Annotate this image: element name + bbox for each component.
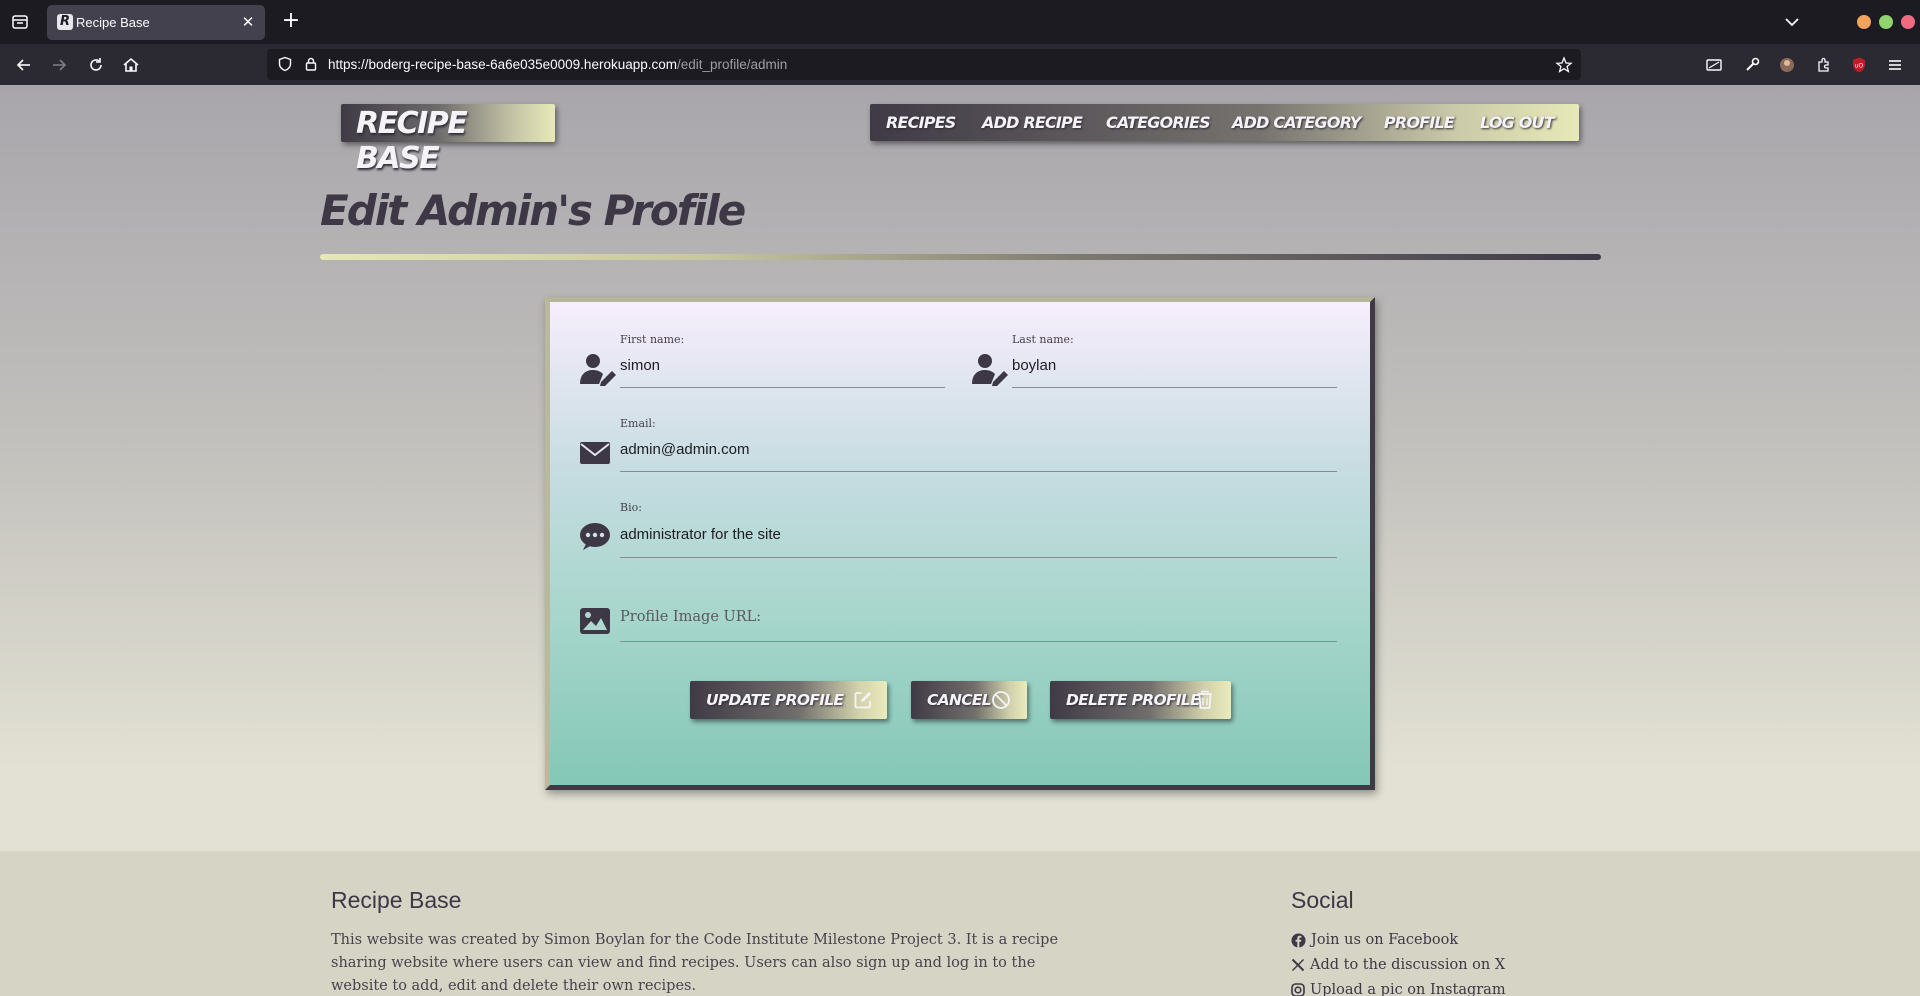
user-edit-icon — [579, 352, 619, 386]
footer-about-text: This website was created by Simon Boylan… — [331, 932, 1059, 994]
email-underline — [620, 471, 1337, 472]
minimize-window-button[interactable] — [1857, 15, 1871, 29]
browser-tab-bar: R Recipe Base ✕ + — [0, 0, 1920, 44]
nav-add-category[interactable]: ADD CATEGORY — [1232, 113, 1361, 132]
facebook-icon — [1291, 933, 1306, 947]
title-divider — [320, 254, 1601, 260]
hamburger-menu-icon[interactable] — [1884, 54, 1906, 76]
bookmark-star-icon[interactable] — [1555, 56, 1573, 74]
facebook-link[interactable]: Join us on Facebook — [1291, 932, 1458, 948]
nav-recipes[interactable]: RECIPES — [886, 113, 956, 132]
chevron-down-icon[interactable] — [1782, 12, 1802, 32]
close-window-button[interactable] — [1901, 15, 1915, 29]
bio-label: Bio: — [620, 501, 642, 514]
email-label: Email: — [620, 417, 656, 430]
page-viewport: RECIPE BASE RECIPES ADD RECIPE CATEGORIE… — [0, 85, 1920, 996]
first-name-underline — [620, 387, 945, 388]
user-edit-icon — [971, 352, 1011, 386]
trash-icon — [1194, 689, 1216, 711]
facebook-link-label: Join us on Facebook — [1311, 932, 1459, 948]
last-name-input[interactable]: boylan — [1012, 357, 1056, 374]
last-name-label: Last name: — [1012, 333, 1074, 346]
ban-icon — [990, 689, 1012, 711]
recipe-favicon-icon: R — [57, 14, 73, 30]
url-host: https://boderg-recipe-base-6a6e035e0009.… — [328, 57, 677, 72]
cancel-button[interactable]: CANCEL — [911, 681, 1027, 719]
url-text[interactable]: https://boderg-recipe-base-6a6e035e0009.… — [328, 57, 787, 72]
tab-title: Recipe Base — [76, 15, 150, 30]
avatar-extension-icon[interactable] — [1776, 54, 1798, 76]
bio-underline — [620, 557, 1337, 558]
close-tab-icon[interactable]: ✕ — [239, 13, 257, 31]
footer-social-title: Social — [1291, 887, 1354, 913]
ublock-shield-icon[interactable]: uO — [1848, 54, 1870, 76]
email-input[interactable]: admin@admin.com — [620, 441, 749, 458]
delete-profile-label: DELETE PROFILE — [1066, 691, 1201, 709]
image-icon — [579, 607, 611, 635]
nav-categories[interactable]: CATEGORIES — [1106, 113, 1211, 132]
profile-image-input[interactable]: Profile Image URL: — [620, 609, 761, 625]
maximize-window-button[interactable] — [1879, 15, 1893, 29]
instagram-link-label: Upload a pic on Instagram — [1310, 982, 1506, 996]
edit-profile-form: First name: simon Last name: boylan Emai… — [545, 297, 1375, 790]
delete-profile-button[interactable]: DELETE PROFILE — [1050, 681, 1231, 719]
edit-square-icon — [852, 689, 874, 711]
nav-log-out[interactable]: LOG OUT — [1480, 113, 1555, 132]
envelope-icon — [579, 440, 611, 466]
x-link-label: Add to the discussion on X — [1310, 957, 1506, 973]
forward-arrow-icon[interactable] — [48, 54, 70, 76]
instagram-link[interactable]: Upload a pic on Instagram — [1291, 982, 1506, 996]
first-name-input[interactable]: simon — [620, 357, 660, 374]
back-arrow-icon[interactable] — [13, 54, 35, 76]
extensions-puzzle-icon[interactable] — [1813, 54, 1835, 76]
url-path: /edit_profile/admin — [677, 57, 788, 72]
new-tab-icon[interactable]: + — [279, 9, 303, 35]
page-title: Edit Admin's Profile — [320, 186, 746, 235]
footer-about-title: Recipe Base — [331, 887, 462, 913]
bio-input[interactable]: administrator for the site — [620, 526, 781, 543]
profile-image-underline — [620, 641, 1337, 642]
site-footer: Recipe Base This website was created by … — [0, 851, 1920, 996]
update-profile-button[interactable]: UPDATE PROFILE — [690, 681, 887, 719]
first-name-label: First name: — [620, 333, 685, 346]
shield-icon[interactable] — [277, 56, 293, 72]
site-logo-text: RECIPE BASE — [356, 106, 468, 176]
nav-profile[interactable]: PROFILE — [1384, 113, 1455, 132]
tab-list-icon[interactable] — [8, 10, 32, 34]
main-nav: RECIPES ADD RECIPE CATEGORIES ADD CATEGO… — [870, 104, 1579, 141]
x-logo-icon — [1291, 958, 1305, 972]
wrench-icon[interactable] — [1741, 54, 1763, 76]
site-logo[interactable]: RECIPE BASE — [341, 104, 555, 176]
browser-nav-bar: https://boderg-recipe-base-6a6e035e0009.… — [0, 44, 1920, 85]
update-profile-label: UPDATE PROFILE — [706, 691, 844, 709]
browser-tab[interactable]: R Recipe Base ✕ — [47, 5, 265, 40]
screenshot-extension-icon[interactable] — [1703, 54, 1725, 76]
reload-icon[interactable] — [85, 54, 107, 76]
cancel-label: CANCEL — [927, 691, 992, 709]
lock-icon[interactable] — [303, 56, 319, 72]
instagram-icon — [1291, 983, 1305, 996]
last-name-underline — [1012, 387, 1337, 388]
address-bar[interactable]: https://boderg-recipe-base-6a6e035e0009.… — [267, 49, 1581, 80]
nav-add-recipe[interactable]: ADD RECIPE — [982, 113, 1083, 132]
home-icon[interactable] — [120, 54, 142, 76]
comment-dots-icon — [579, 522, 611, 552]
x-link[interactable]: Add to the discussion on X — [1291, 957, 1505, 973]
svg-text:uO: uO — [1855, 63, 1864, 70]
